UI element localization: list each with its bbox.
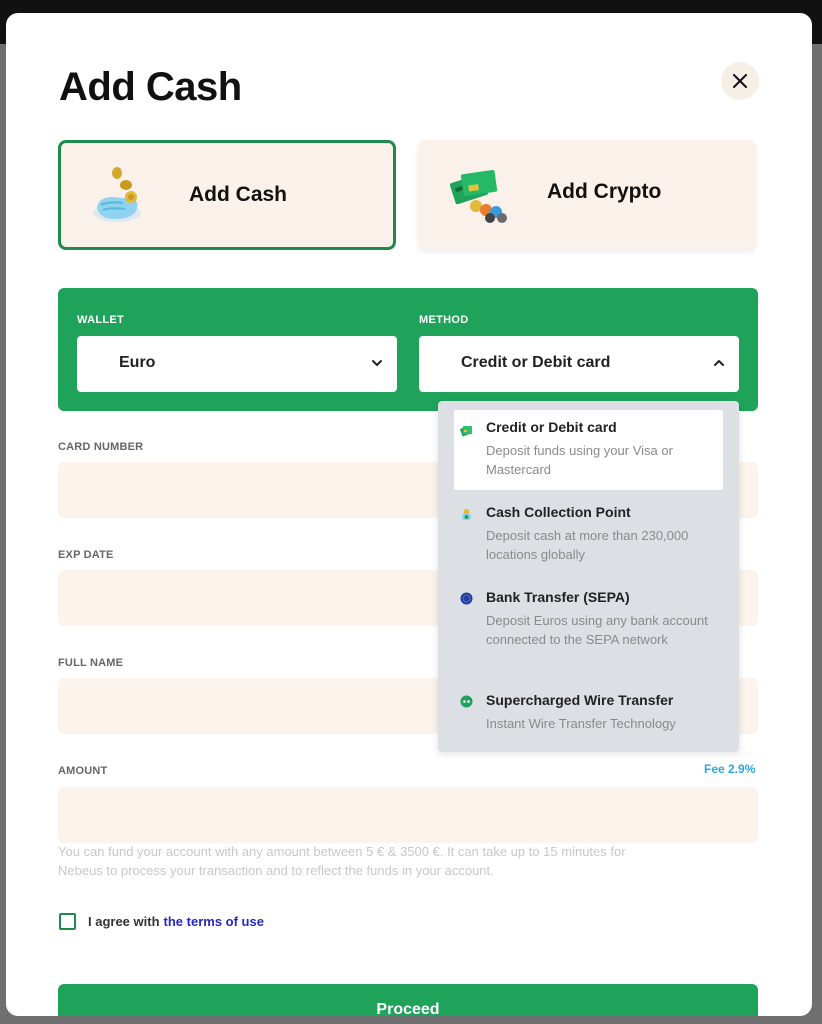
- method-option-title: Credit or Debit card: [486, 419, 617, 435]
- tab-add-crypto-label: Add Crypto: [547, 180, 662, 203]
- crypto-card-icon: [449, 169, 507, 223]
- card-icon: [460, 425, 472, 437]
- proceed-button[interactable]: Proceed: [58, 984, 758, 1016]
- wire-transfer-icon: [460, 695, 473, 708]
- wallet-value: Euro: [119, 354, 156, 371]
- method-option-card[interactable]: Credit or Debit card Deposit funds using…: [454, 410, 723, 490]
- wallet-label: WALLET: [77, 314, 125, 326]
- method-value: Credit or Debit card: [461, 354, 611, 371]
- method-option-title: Cash Collection Point: [486, 504, 631, 520]
- method-option-title: Supercharged Wire Transfer: [486, 692, 674, 708]
- method-option-sepa[interactable]: Bank Transfer (SEPA) Deposit Euros using…: [454, 580, 723, 676]
- card-number-label: CARD NUMBER: [58, 441, 144, 453]
- method-label: METHOD: [419, 314, 469, 326]
- terms-agreement: I agree with the terms of use: [59, 913, 264, 930]
- method-option-title: Bank Transfer (SEPA): [486, 589, 630, 605]
- exp-date-label: EXP DATE: [58, 549, 114, 561]
- cash-point-icon: [462, 509, 471, 520]
- eu-bank-icon: [460, 592, 473, 605]
- chevron-up-icon: [714, 360, 724, 366]
- close-button[interactable]: [721, 62, 759, 100]
- tab-add-cash-label: Add Cash: [189, 183, 288, 206]
- coin-hand-icon: [93, 167, 141, 222]
- full-name-label: FULL NAME: [58, 657, 124, 669]
- agree-text: I agree with: [88, 914, 160, 929]
- terms-checkbox[interactable]: [59, 913, 76, 930]
- tab-add-crypto[interactable]: Add Crypto: [418, 140, 756, 250]
- wallet-method-panel: WALLET Euro METHOD Credit or Debit card: [58, 288, 758, 411]
- terms-of-use-link[interactable]: the terms of use: [164, 914, 264, 929]
- amount-input[interactable]: [58, 787, 758, 843]
- method-select[interactable]: Credit or Debit card: [419, 336, 739, 392]
- chevron-down-icon: [372, 360, 382, 366]
- method-option-description: Deposit Euros using any bank account con…: [486, 613, 708, 647]
- wallet-select[interactable]: Euro: [77, 336, 397, 392]
- method-dropdown: Credit or Debit card Deposit funds using…: [438, 401, 739, 752]
- amount-label: AMOUNT: [58, 765, 108, 777]
- amount-hint: You can fund your account with any amoun…: [58, 844, 626, 878]
- close-icon: [733, 74, 747, 88]
- method-option-description: Deposit cash at more than 230,000 locati…: [486, 528, 689, 562]
- fee-label: Fee 2.9%: [704, 762, 756, 776]
- tab-add-cash[interactable]: Add Cash: [58, 140, 396, 250]
- modal-title: Add Cash: [59, 65, 242, 109]
- method-option-description: Instant Wire Transfer Technology: [486, 716, 676, 731]
- method-option-description: Deposit funds using your Visa or Masterc…: [486, 443, 673, 477]
- method-option-wire[interactable]: Supercharged Wire Transfer Instant Wire …: [454, 683, 723, 743]
- method-option-cash-point[interactable]: Cash Collection Point Deposit cash at mo…: [454, 495, 723, 573]
